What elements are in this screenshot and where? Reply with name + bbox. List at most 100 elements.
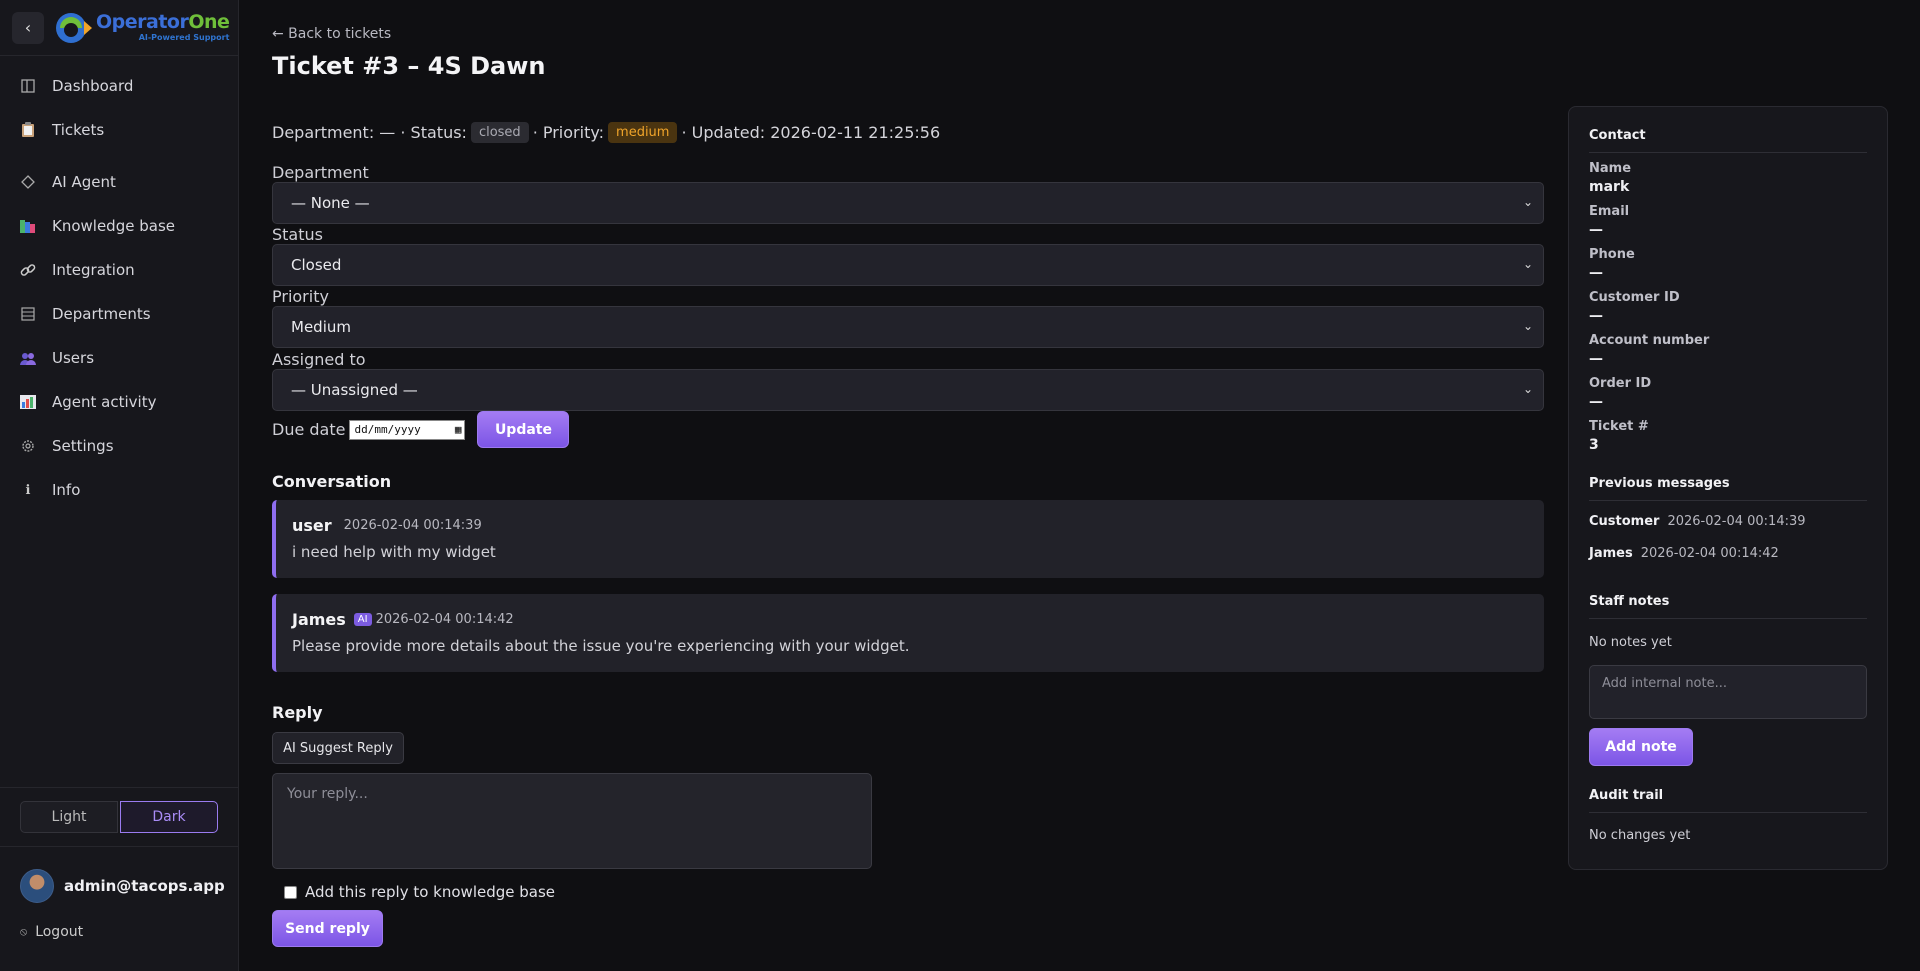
- sidebar-item-dashboard[interactable]: Dashboard: [0, 64, 238, 108]
- meta-updated: · Updated: 2026-02-11 21:25:56: [681, 123, 941, 142]
- priority-select[interactable]: Medium ⌄: [272, 306, 1544, 348]
- department-select[interactable]: — None — ⌄: [272, 182, 1544, 224]
- add-note-button[interactable]: Add note: [1589, 728, 1693, 766]
- sidebar-item-integration[interactable]: Integration: [0, 248, 238, 292]
- priority-value: Medium: [291, 318, 351, 336]
- kb-checkbox-label: Add this reply to knowledge base: [305, 883, 556, 901]
- status-value: Closed: [291, 256, 342, 274]
- meta-priority: · Priority:: [532, 123, 605, 142]
- theme-dark-button[interactable]: Dark: [120, 801, 218, 833]
- notes-empty: No notes yet: [1589, 635, 1672, 650]
- divider: [1589, 500, 1867, 501]
- message: user 2026-02-04 00:14:39 i need help wit…: [272, 500, 1544, 578]
- info-icon: ℹ: [25, 482, 31, 498]
- ai-suggest-reply-button[interactable]: AI Suggest Reply: [272, 732, 404, 764]
- contact-ticket-label: Ticket #: [1589, 419, 1649, 434]
- layout-icon: [20, 78, 36, 94]
- books-icon: [20, 218, 36, 234]
- contact-order-id-label: Order ID: [1589, 376, 1652, 391]
- sidebar-item-departments[interactable]: Departments: [0, 292, 238, 336]
- staff-notes-title: Staff notes: [1589, 594, 1670, 609]
- sidebar-item-label: AI Agent: [52, 173, 116, 191]
- diamond-icon: [20, 174, 36, 190]
- sidebar-item-agent-activity[interactable]: Agent activity: [0, 380, 238, 424]
- reply-textarea[interactable]: Your reply...: [272, 773, 872, 869]
- list-icon: [20, 306, 36, 322]
- sidebar-item-label: Departments: [52, 305, 151, 323]
- divider: [1589, 618, 1867, 619]
- priority-label: Priority: [272, 287, 329, 306]
- conversation-title: Conversation: [272, 472, 392, 491]
- logo-title: OperatorOne: [96, 11, 230, 33]
- due-date-input[interactable]: dd/mm/yyyy ▦: [349, 419, 466, 440]
- sidebar-header: ‹ OperatorOne AI-Powered Support: [0, 0, 238, 56]
- chevron-down-icon: ⌄: [1522, 319, 1533, 333]
- sidebar-item-users[interactable]: Users: [0, 336, 238, 380]
- collapse-sidebar-button[interactable]: ‹: [12, 11, 44, 44]
- message: James AI 2026-02-04 00:14:42 Please prov…: [272, 594, 1544, 672]
- contact-email-value: —: [1589, 222, 1603, 238]
- message-time: 2026-02-04 00:14:39: [343, 518, 482, 533]
- sidebar-nav: Dashboard Tickets AI Agent Knowledge bas…: [0, 56, 238, 512]
- avatar: [20, 869, 54, 903]
- sidebar-item-label: Tickets: [52, 121, 105, 139]
- sidebar-item-label: Users: [52, 349, 95, 367]
- prev-time: 2026-02-04 00:14:39: [1667, 514, 1806, 529]
- chevron-left-icon: ‹: [24, 18, 32, 37]
- logo-mark-icon: [54, 11, 94, 45]
- priority-badge: medium: [608, 122, 678, 143]
- prev-who: Customer: [1589, 514, 1660, 529]
- chevron-down-icon: ⌄: [1522, 195, 1533, 209]
- reply-placeholder: Your reply...: [287, 786, 368, 802]
- ai-badge: AI: [353, 613, 372, 626]
- logout-label: Logout: [35, 924, 84, 940]
- internal-note-textarea[interactable]: Add internal note...: [1589, 665, 1867, 719]
- status-label: Status: [272, 225, 323, 244]
- update-button[interactable]: Update: [477, 411, 570, 448]
- ticket-meta: Department: — · Status: closed · Priorit…: [272, 122, 940, 143]
- contact-phone-label: Phone: [1589, 247, 1635, 262]
- sidebar-item-tickets[interactable]: Tickets: [0, 108, 238, 152]
- status-select[interactable]: Closed ⌄: [272, 244, 1544, 286]
- divider: [1589, 152, 1867, 153]
- user-profile[interactable]: admin@tacops.app: [20, 869, 225, 903]
- sidebar-item-ai-agent[interactable]: AI Agent: [0, 160, 238, 204]
- assigned-value: — Unassigned —: [291, 381, 418, 399]
- contact-title: Contact: [1589, 128, 1646, 143]
- logo: OperatorOne AI-Powered Support: [54, 11, 230, 45]
- contact-name-value: mark: [1589, 179, 1630, 195]
- previous-message-item[interactable]: James 2026-02-04 00:14:42: [1589, 546, 1779, 561]
- message-body: i need help with my widget: [292, 543, 496, 561]
- sidebar-item-label: Settings: [52, 437, 114, 455]
- contact-customer-id-value: —: [1589, 308, 1603, 324]
- department-label: Department: [272, 163, 369, 182]
- theme-toggle: Light Dark: [0, 787, 239, 847]
- divider: [1589, 812, 1867, 813]
- theme-light-button[interactable]: Light: [20, 801, 118, 833]
- sidebar-item-knowledge-base[interactable]: Knowledge base: [0, 204, 238, 248]
- contact-customer-id-label: Customer ID: [1589, 290, 1680, 305]
- due-date-placeholder: dd/mm/yyyy: [354, 423, 421, 436]
- calendar-icon[interactable]: ▦: [455, 423, 462, 436]
- chevron-down-icon: ⌄: [1522, 382, 1533, 396]
- assigned-select[interactable]: — Unassigned — ⌄: [272, 369, 1544, 411]
- kb-checkbox-row[interactable]: Add this reply to knowledge base: [284, 883, 555, 901]
- sidebar-item-settings[interactable]: Settings: [0, 424, 238, 468]
- sidebar-item-info[interactable]: ℹ Info: [0, 468, 238, 512]
- logout-link[interactable]: ⦸ Logout: [20, 924, 83, 940]
- status-badge: closed: [470, 122, 529, 143]
- power-icon: ⦸: [20, 925, 28, 938]
- user-email: admin@tacops.app: [64, 877, 225, 895]
- previous-message-item[interactable]: Customer 2026-02-04 00:14:39: [1589, 514, 1806, 529]
- due-date-row: Due date dd/mm/yyyy ▦ Update: [272, 411, 570, 448]
- chevron-down-icon: ⌄: [1522, 257, 1533, 271]
- back-to-tickets-link[interactable]: ← Back to tickets: [272, 26, 391, 42]
- users-icon: [20, 350, 36, 366]
- send-reply-button[interactable]: Send reply: [272, 910, 383, 947]
- logo-subtitle: AI-Powered Support: [138, 33, 230, 42]
- contact-panel: Contact Name mark Email — Phone — Custom…: [1568, 106, 1888, 870]
- contact-order-id-value: —: [1589, 394, 1603, 410]
- kb-checkbox[interactable]: [284, 885, 297, 899]
- due-date-label: Due date: [272, 420, 346, 439]
- contact-phone-value: —: [1589, 265, 1603, 281]
